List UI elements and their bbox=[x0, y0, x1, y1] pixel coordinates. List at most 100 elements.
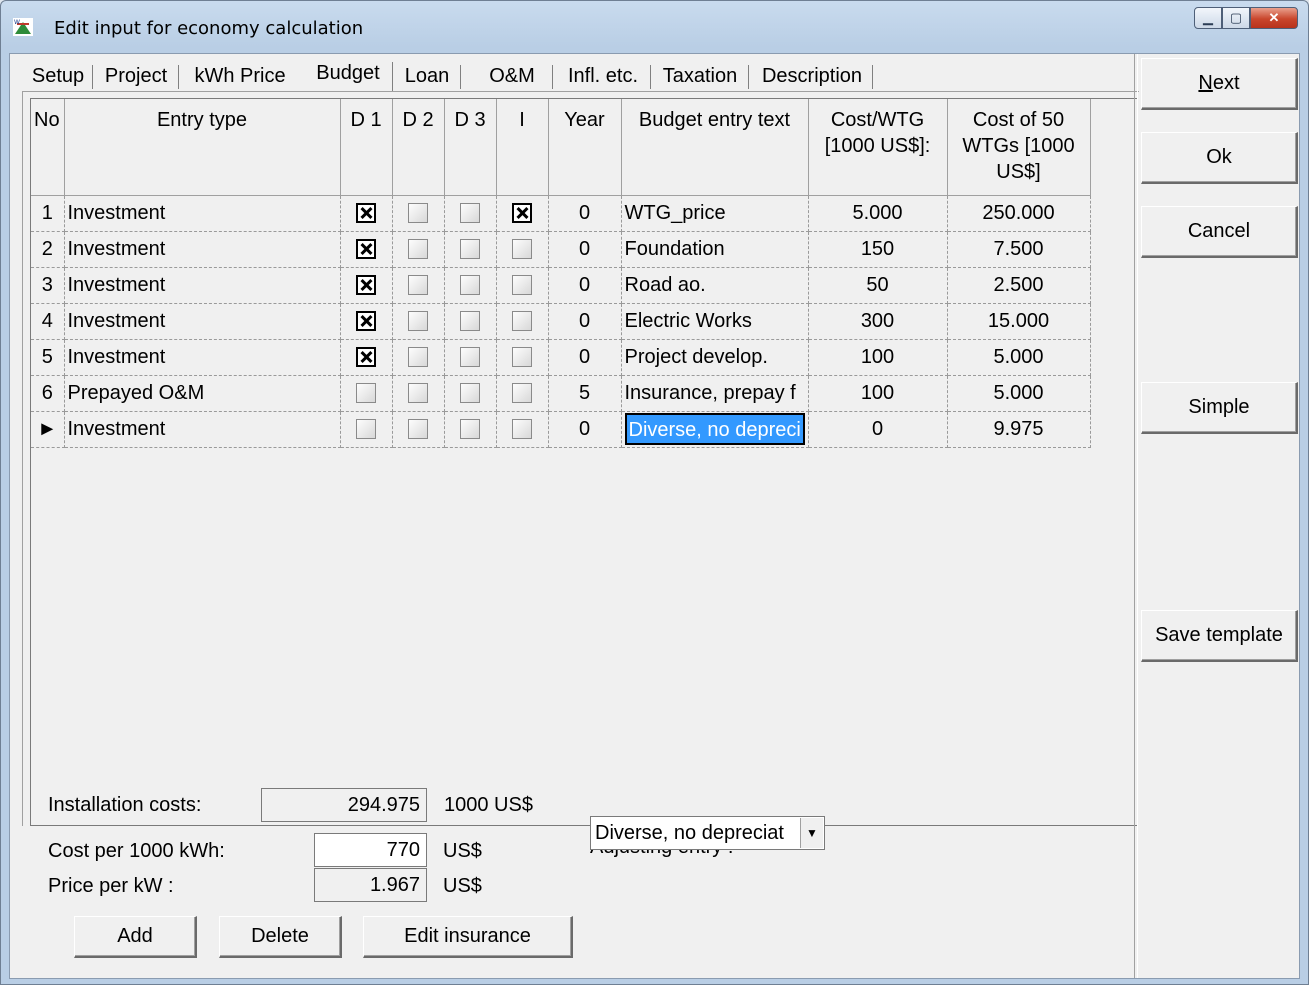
cost-per-wtg-cell[interactable]: 100 bbox=[808, 339, 948, 376]
d3-cell[interactable] bbox=[444, 411, 497, 448]
year-cell[interactable]: 0 bbox=[548, 195, 622, 232]
checkbox-unchecked-icon[interactable] bbox=[512, 419, 532, 440]
d1-cell[interactable] bbox=[340, 267, 393, 304]
budget-grid[interactable]: No Entry type D 1 D 2 D 3 I Year Budget … bbox=[30, 98, 1138, 826]
i-cell[interactable] bbox=[496, 267, 549, 304]
checkbox-unchecked-icon[interactable] bbox=[512, 347, 532, 368]
d3-cell[interactable] bbox=[444, 375, 497, 412]
table-row[interactable]: 5 Investment 0 Project develop. 100 5.000 bbox=[31, 339, 1091, 376]
cost-per-wtg-cell[interactable]: 0 bbox=[808, 411, 948, 448]
d2-cell[interactable] bbox=[392, 231, 445, 268]
header-d2[interactable]: D 2 bbox=[392, 99, 445, 196]
tab-kwh-price[interactable]: kWh Price bbox=[182, 61, 298, 91]
table-row[interactable]: 2 Investment 0 Foundation 150 7.500 bbox=[31, 231, 1091, 268]
simple-button[interactable]: Simple bbox=[1141, 382, 1298, 434]
next-button[interactable]: Next bbox=[1141, 58, 1298, 110]
entry-type-cell[interactable]: Investment bbox=[64, 267, 341, 304]
table-row[interactable]: 6 Prepayed O&M 5 Insurance, prepay f 100 5.00… bbox=[31, 375, 1091, 412]
entry-type-cell[interactable]: Investment bbox=[64, 339, 341, 376]
d1-cell[interactable] bbox=[340, 411, 393, 448]
entry-type-cell[interactable]: Investment bbox=[64, 231, 341, 268]
table-row[interactable]: ► Investment 0 Diverse, no depreci 0 9.975 bbox=[31, 411, 1091, 448]
header-i[interactable]: I bbox=[496, 99, 549, 196]
tab-project[interactable]: Project bbox=[96, 61, 179, 91]
selected-entry-text[interactable]: Diverse, no depreci bbox=[624, 413, 805, 445]
d3-cell[interactable] bbox=[444, 267, 497, 304]
checkbox-unchecked-icon[interactable] bbox=[408, 203, 428, 224]
year-cell[interactable]: 0 bbox=[548, 411, 622, 448]
tab-infl-etc[interactable]: Infl. etc. bbox=[558, 61, 651, 91]
minimize-icon[interactable]: ▁ bbox=[1194, 7, 1222, 29]
cancel-button[interactable]: Cancel bbox=[1141, 206, 1298, 258]
cost-per-wtg-cell[interactable]: 300 bbox=[808, 303, 948, 340]
checkbox-unchecked-icon[interactable] bbox=[460, 419, 480, 440]
cost-per-wtg-cell[interactable]: 100 bbox=[808, 375, 948, 412]
header-year[interactable]: Year bbox=[548, 99, 622, 196]
checkbox-unchecked-icon[interactable] bbox=[408, 275, 428, 296]
i-cell[interactable] bbox=[496, 195, 549, 232]
tab-setup[interactable]: Setup bbox=[26, 61, 93, 91]
table-row[interactable]: 1 Investment 0 WTG_price 5.000 250.000 bbox=[31, 195, 1091, 232]
year-cell[interactable]: 0 bbox=[548, 303, 622, 340]
tab-description[interactable]: Description bbox=[754, 61, 873, 91]
header-no[interactable]: No bbox=[31, 99, 65, 196]
d2-cell[interactable] bbox=[392, 267, 445, 304]
header-entry-type[interactable]: Entry type bbox=[64, 99, 341, 196]
checkbox-unchecked-icon[interactable] bbox=[460, 311, 480, 332]
i-cell[interactable] bbox=[496, 303, 549, 340]
year-cell[interactable]: 5 bbox=[548, 375, 622, 412]
budget-entry-text-cell[interactable]: Electric Works bbox=[621, 303, 809, 340]
table-row[interactable]: 4 Investment 0 Electric Works 300 15.000 bbox=[31, 303, 1091, 340]
checkbox-unchecked-icon[interactable] bbox=[460, 203, 480, 224]
edit-insurance-button[interactable]: Edit insurance bbox=[363, 916, 573, 958]
header-cost-per-wtg[interactable]: Cost/WTG [1000 US$]: bbox=[808, 99, 948, 196]
header-d1[interactable]: D 1 bbox=[340, 99, 393, 196]
entry-type-cell[interactable]: Investment bbox=[64, 411, 341, 448]
ok-button[interactable]: Ok bbox=[1141, 132, 1298, 184]
entry-type-cell[interactable]: Investment bbox=[64, 195, 341, 232]
d2-cell[interactable] bbox=[392, 411, 445, 448]
checkbox-unchecked-icon[interactable] bbox=[460, 383, 480, 404]
checkbox-checked-icon[interactable] bbox=[356, 239, 376, 260]
d1-cell[interactable] bbox=[340, 375, 393, 412]
budget-entry-text-cell[interactable]: Diverse, no depreci bbox=[621, 411, 809, 448]
d1-cell[interactable] bbox=[340, 195, 393, 232]
tab-loan[interactable]: Loan bbox=[396, 61, 461, 91]
i-cell[interactable] bbox=[496, 231, 549, 268]
table-row[interactable]: 3 Investment 0 Road ao. 50 2.500 bbox=[31, 267, 1091, 304]
checkbox-unchecked-icon[interactable] bbox=[460, 239, 480, 260]
checkbox-unchecked-icon[interactable] bbox=[356, 419, 376, 440]
checkbox-unchecked-icon[interactable] bbox=[408, 383, 428, 404]
i-cell[interactable] bbox=[496, 339, 549, 376]
header-budget-entry-text[interactable]: Budget entry text bbox=[621, 99, 809, 196]
tab-taxation[interactable]: Taxation bbox=[654, 61, 749, 91]
i-cell[interactable] bbox=[496, 375, 549, 412]
checkbox-unchecked-icon[interactable] bbox=[512, 275, 532, 296]
cost-per-wtg-cell[interactable]: 5.000 bbox=[808, 195, 948, 232]
checkbox-unchecked-icon[interactable] bbox=[460, 347, 480, 368]
cost-per-wtg-cell[interactable]: 50 bbox=[808, 267, 948, 304]
d2-cell[interactable] bbox=[392, 375, 445, 412]
d1-cell[interactable] bbox=[340, 339, 393, 376]
checkbox-unchecked-icon[interactable] bbox=[512, 239, 532, 260]
checkbox-unchecked-icon[interactable] bbox=[408, 239, 428, 260]
cost-per-wtg-cell[interactable]: 150 bbox=[808, 231, 948, 268]
budget-entry-text-cell[interactable]: WTG_price bbox=[621, 195, 809, 232]
chevron-down-icon[interactable]: ▼ bbox=[800, 818, 823, 848]
checkbox-checked-icon[interactable] bbox=[356, 347, 376, 368]
checkbox-checked-icon[interactable] bbox=[512, 203, 532, 224]
cost-per-kwh-field[interactable]: 770 bbox=[314, 833, 427, 867]
add-button[interactable]: Add bbox=[74, 916, 197, 958]
tab-budget[interactable]: Budget bbox=[306, 58, 393, 92]
checkbox-unchecked-icon[interactable] bbox=[512, 383, 532, 404]
d3-cell[interactable] bbox=[444, 303, 497, 340]
d3-cell[interactable] bbox=[444, 339, 497, 376]
checkbox-unchecked-icon[interactable] bbox=[460, 275, 480, 296]
checkbox-unchecked-icon[interactable] bbox=[408, 419, 428, 440]
d2-cell[interactable] bbox=[392, 339, 445, 376]
i-cell[interactable] bbox=[496, 411, 549, 448]
budget-entry-text-cell[interactable]: Foundation bbox=[621, 231, 809, 268]
budget-entry-text-cell[interactable]: Insurance, prepay f bbox=[621, 375, 809, 412]
checkbox-checked-icon[interactable] bbox=[356, 275, 376, 296]
checkbox-unchecked-icon[interactable] bbox=[408, 347, 428, 368]
